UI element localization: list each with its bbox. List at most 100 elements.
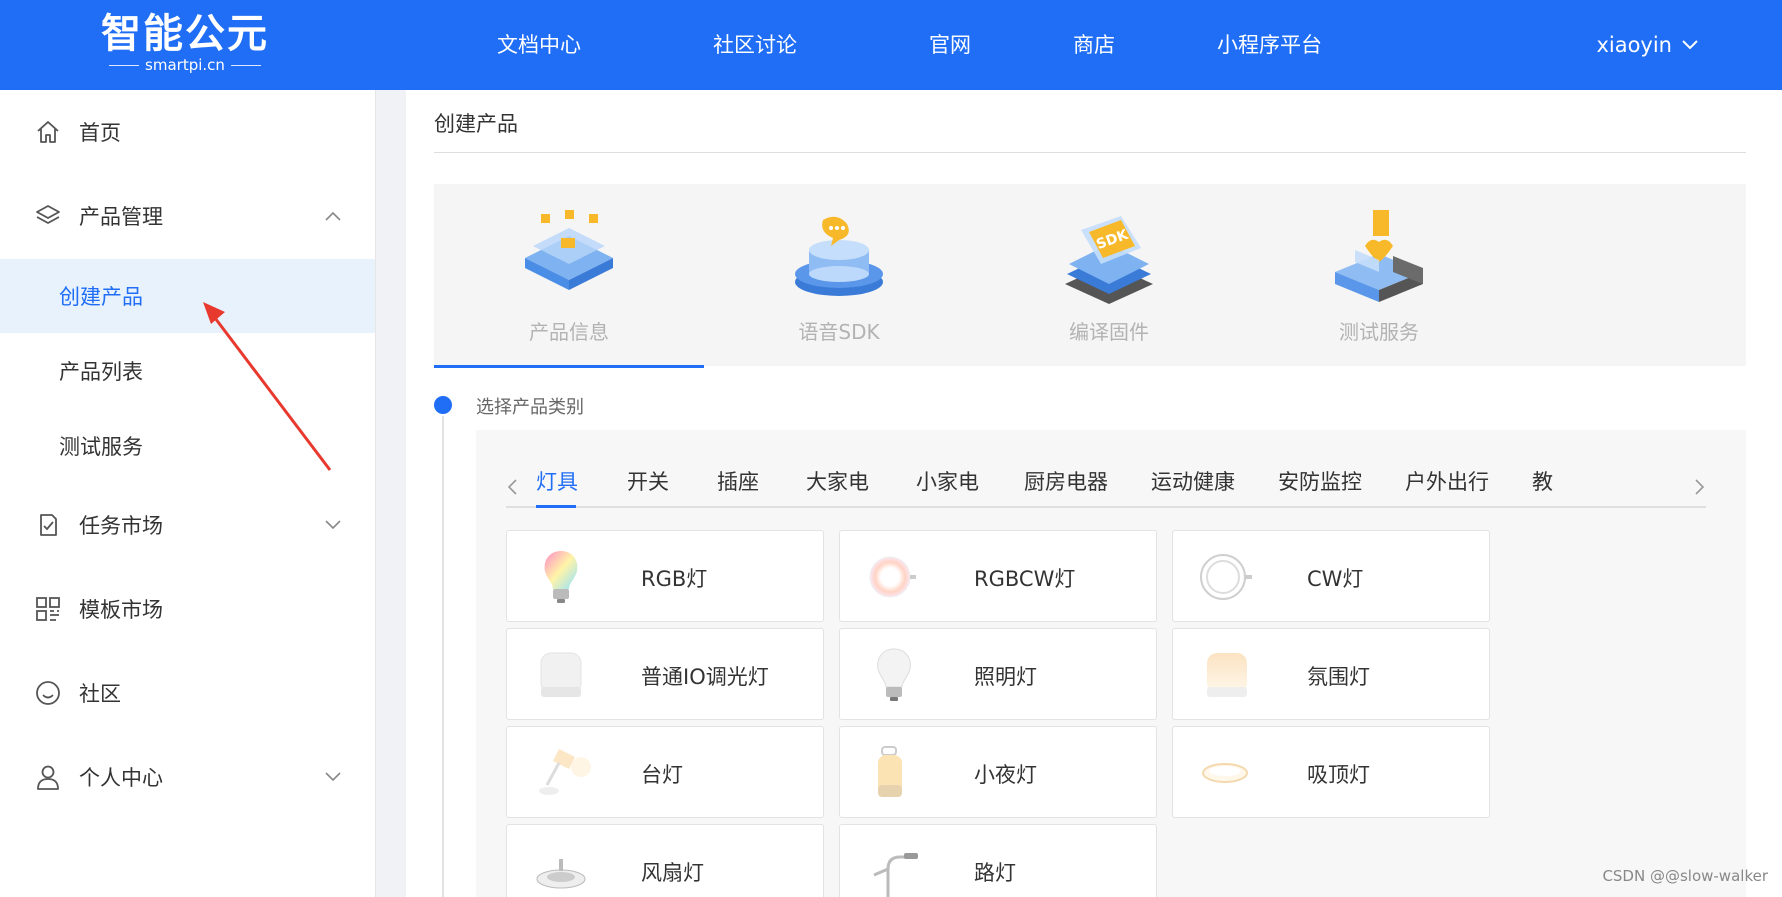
- chevron-up-icon: [325, 211, 341, 221]
- red-arrow-annotation: [203, 302, 332, 471]
- sidebar-item-label: 首页: [79, 121, 121, 145]
- user-menu[interactable]: xiaoyin: [1596, 30, 1698, 60]
- sidebar-item-label: 社区: [79, 682, 121, 706]
- task-check-icon: [40, 514, 57, 536]
- section-label: 选择产品类别: [476, 397, 584, 418]
- step-tabs: 产品信息 语音SDK SDK 编译固件 测试服务: [434, 184, 1746, 368]
- product-card-rgb[interactable]: RGB灯: [506, 530, 824, 622]
- sidebar: 首页 产品管理 创建产品 产品列表 测试服务 任务市场 模板市场 社区 个人中心: [0, 90, 376, 897]
- night-light-icon: [878, 746, 902, 797]
- sidebar-item-task-market[interactable]: 任务市场: [0, 488, 375, 562]
- rgbcw-light-icon: [869, 556, 916, 598]
- product-label: RGBCW灯: [974, 567, 1076, 591]
- tab-sports-health[interactable]: 运动健康: [1151, 466, 1235, 496]
- step-product-info[interactable]: 产品信息: [434, 184, 704, 368]
- product-card-cw[interactable]: CW灯: [1172, 530, 1490, 622]
- cw-ring-light-icon: [1200, 554, 1252, 600]
- nav-store[interactable]: 商店: [1073, 30, 1115, 60]
- product-label: 氛围灯: [1307, 665, 1370, 689]
- product-label: RGB灯: [641, 567, 708, 591]
- timeline-dot: [434, 396, 452, 414]
- product-card-desk-lamp[interactable]: 台灯: [506, 726, 824, 818]
- step-voice-sdk[interactable]: 语音SDK: [704, 184, 974, 366]
- product-card-io-dimmer[interactable]: 普通IO调光灯: [506, 628, 824, 720]
- brand-logo[interactable]: 智能公元 smartpi.cn: [100, 12, 270, 78]
- tab-lamps[interactable]: 灯具: [536, 466, 578, 496]
- product-label: 小夜灯: [974, 763, 1037, 787]
- tab-switches[interactable]: 开关: [627, 466, 669, 496]
- step-label: 编译固件: [1069, 320, 1149, 344]
- logo-domain: smartpi.cn: [145, 56, 225, 74]
- page-title: 创建产品: [434, 112, 518, 136]
- product-info-icon: [525, 210, 613, 290]
- sidebar-item-template-market[interactable]: 模板市场: [0, 572, 375, 646]
- product-label: CW灯: [1307, 567, 1364, 591]
- tab-education[interactable]: 教: [1532, 466, 1553, 496]
- test-service-icon: [1335, 210, 1423, 302]
- chevron-right-icon[interactable]: [1694, 478, 1706, 496]
- product-card-lighting[interactable]: 照明灯: [839, 628, 1157, 720]
- product-card-ambient[interactable]: 氛围灯: [1172, 628, 1490, 720]
- logo-text: 智能公元: [101, 11, 269, 57]
- nav-community-discussion[interactable]: 社区讨论: [713, 30, 797, 60]
- step-label: 测试服务: [1339, 320, 1419, 344]
- product-label: 普通IO调光灯: [641, 665, 769, 689]
- home-icon: [37, 121, 59, 143]
- sidebar-subitem-label: 创建产品: [59, 285, 143, 309]
- user-icon: [37, 765, 59, 790]
- divider: [434, 152, 1746, 153]
- chevron-down-icon: [325, 520, 341, 530]
- ambient-light-icon: [1207, 653, 1247, 697]
- tab-large-appliances[interactable]: 大家电: [806, 466, 869, 496]
- tab-outdoor-travel[interactable]: 户外出行: [1405, 466, 1489, 496]
- username: xiaoyin: [1596, 33, 1672, 57]
- sidebar-item-personal-center[interactable]: 个人中心: [0, 740, 375, 814]
- sidebar-subitem-label: 产品列表: [59, 360, 143, 384]
- step-label: 语音SDK: [798, 320, 880, 344]
- category-tab-bar: 灯具 开关 插座 大家电 小家电 厨房电器 运动健康 安防监控 户外出行 教: [506, 460, 1706, 508]
- sidebar-item-label: 模板市场: [79, 598, 163, 622]
- tab-sockets[interactable]: 插座: [717, 466, 759, 496]
- tab-small-appliances[interactable]: 小家电: [916, 466, 979, 496]
- sidebar-subitem-label: 测试服务: [59, 435, 143, 459]
- nav-docs-center[interactable]: 文档中心: [497, 30, 581, 60]
- category-tab-list: 灯具 开关 插座 大家电 小家电 厨房电器 运动健康 安防监控 户外出行 教: [536, 460, 1686, 508]
- sidebar-item-home[interactable]: 首页: [0, 95, 375, 169]
- timeline-line: [442, 416, 444, 897]
- smile-icon: [36, 681, 60, 705]
- step-label: 产品信息: [529, 320, 609, 344]
- voice-sdk-icon: [795, 216, 883, 296]
- chevron-left-icon[interactable]: [506, 478, 518, 496]
- sidebar-item-label: 个人中心: [79, 766, 163, 790]
- chevron-down-icon: [1682, 40, 1698, 50]
- sidebar-item-community[interactable]: 社区: [0, 656, 375, 730]
- top-navbar: 智能公元 smartpi.cn 文档中心 社区讨论 官网 商店 小程序平台 xi…: [0, 0, 1782, 90]
- sidebar-item-label: 任务市场: [79, 514, 163, 538]
- product-label: 吸顶灯: [1307, 763, 1370, 787]
- product-label: 路灯: [974, 861, 1016, 885]
- sidebar-item-product-management[interactable]: 产品管理: [0, 179, 375, 253]
- product-label: 照明灯: [974, 665, 1037, 689]
- io-dimmer-light-icon: [540, 652, 582, 697]
- rgb-bulb-icon: [544, 551, 578, 603]
- tab-kitchen-appliances[interactable]: 厨房电器: [1024, 466, 1108, 496]
- active-step-indicator: [434, 365, 704, 368]
- active-tab-indicator: [536, 505, 576, 508]
- nav-official-site[interactable]: 官网: [929, 30, 971, 60]
- product-card-rgbcw[interactable]: RGBCW灯: [839, 530, 1157, 622]
- product-card-fan-light[interactable]: 风扇灯: [506, 824, 824, 897]
- product-label: 风扇灯: [641, 861, 704, 885]
- product-card-ceiling[interactable]: 吸顶灯: [1172, 726, 1490, 818]
- step-test-service[interactable]: 测试服务: [1244, 184, 1514, 366]
- desk-lamp-icon: [539, 749, 591, 795]
- watermark: CSDN @@slow-walker: [1602, 867, 1768, 885]
- logo-subtitle: smartpi.cn: [100, 56, 270, 74]
- category-panel: 灯具 开关 插座 大家电 小家电 厨房电器 运动健康 安防监控 户外出行 教 R…: [476, 430, 1746, 897]
- nav-mini-program-platform[interactable]: 小程序平台: [1217, 30, 1322, 60]
- chevron-down-icon: [325, 772, 341, 782]
- tab-security-monitoring[interactable]: 安防监控: [1278, 466, 1362, 496]
- product-label: 台灯: [641, 763, 683, 787]
- step-compile-firmware[interactable]: SDK 编译固件: [974, 184, 1244, 366]
- product-card-street-light[interactable]: 路灯: [839, 824, 1157, 897]
- product-card-night-light[interactable]: 小夜灯: [839, 726, 1157, 818]
